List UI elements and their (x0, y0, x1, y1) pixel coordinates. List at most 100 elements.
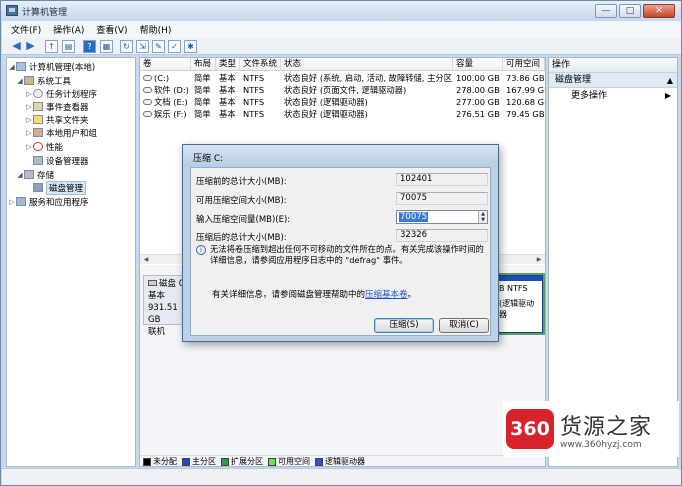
help-message: 有关详细信息，请参阅磁盘管理帮助中的压缩基本卷。 (212, 290, 417, 300)
properties-icon[interactable]: ▦ (100, 40, 113, 53)
partition-block[interactable]: B NTFS (逻辑驱动器 (494, 273, 545, 335)
title-bar: 计算机管理 — □ ✕ (1, 1, 681, 21)
column-header-free-space[interactable]: 可用空间 (503, 58, 545, 71)
status-bar (2, 468, 681, 485)
settings-icon[interactable]: ✎ (152, 40, 165, 53)
column-header-volume[interactable]: 卷 (140, 58, 191, 71)
menu-help[interactable]: 帮助(H) (140, 23, 172, 36)
legend-swatch (182, 457, 190, 466)
check-icon[interactable]: ✓ (168, 40, 181, 53)
total-size-after-value: 32326 (396, 229, 488, 242)
maximize-button[interactable]: □ (619, 4, 641, 18)
expand-icon[interactable]: ▷ (25, 103, 33, 111)
menu-action[interactable]: 操作(A) (53, 23, 84, 36)
scroll-left-icon[interactable]: ◀ (141, 255, 151, 264)
tree-item-device-manager[interactable]: 设备管理器 (25, 154, 89, 167)
volume-list-header: 卷 布局 类型 文件系统 状态 容量 可用空间 (140, 58, 545, 71)
up-icon[interactable]: ↑ (45, 40, 58, 53)
computer-management-icon (6, 5, 18, 16)
table-row[interactable]: (C:) 简单 基本 NTFS 状态良好 (系统, 启动, 活动, 故障转储, … (140, 73, 545, 84)
collapse-icon[interactable]: ◢ (16, 77, 24, 85)
tree-item-label: 事件查看器 (46, 102, 89, 113)
tree-item-performance[interactable]: ▷ 性能 (25, 140, 63, 153)
volume-filesystem: NTFS (243, 109, 265, 119)
navigation-tree: ◢ 计算机管理(本地) ◢ 系统工具 ▷ 任务计划程序 ▷ 事件查看器 ▷ 共享… (6, 57, 136, 467)
help-icon[interactable]: ? (83, 40, 96, 53)
column-header-filesystem[interactable]: 文件系统 (240, 58, 281, 71)
actions-section-disk-management[interactable]: 磁盘管理 ▲ (549, 73, 677, 88)
watermark-logo: 360 (506, 409, 554, 449)
volume-layout: 简单 (194, 109, 211, 119)
expand-icon[interactable]: ▷ (25, 143, 33, 151)
volume-type: 基本 (219, 97, 236, 107)
shrink-amount-value: 70075 (399, 212, 429, 222)
shrink-amount-input[interactable]: 70075 ▲ ▼ (396, 210, 488, 224)
scroll-right-icon[interactable]: ▶ (534, 255, 544, 264)
export-icon[interactable]: ⇲ (136, 40, 149, 53)
more-actions-item[interactable]: 更多操作 ▶ (549, 88, 677, 104)
tree-item-label: 共享文件夹 (46, 115, 89, 126)
refresh-icon[interactable]: ↻ (120, 40, 133, 53)
menu-file[interactable]: 文件(F) (11, 23, 41, 36)
total-size-before-value: 102401 (396, 173, 488, 186)
column-header-type[interactable]: 类型 (216, 58, 240, 71)
expand-icon[interactable]: ▷ (8, 198, 16, 206)
volume-name: 文档 (E:) (154, 97, 188, 107)
tree-item-system-tools[interactable]: ◢ 系统工具 (16, 74, 71, 87)
menu-view[interactable]: 查看(V) (96, 23, 127, 36)
tree-item-services-apps[interactable]: ▷ 服务和应用程序 (8, 195, 89, 208)
tree-item-storage[interactable]: ◢ 存储 (16, 168, 54, 181)
volume-status: 状态良好 (页面文件, 逻辑驱动器) (284, 85, 407, 95)
collapse-icon[interactable]: ◢ (8, 63, 16, 71)
tree-item-shared-folders[interactable]: ▷ 共享文件夹 (25, 113, 89, 126)
table-row[interactable]: 娱乐 (F:) 简单 基本 NTFS 状态良好 (逻辑驱动器) 276.51 G… (140, 109, 545, 120)
tree-item-event-viewer[interactable]: ▷ 事件查看器 (25, 100, 89, 113)
tree-item-computer-management[interactable]: ◢ 计算机管理(本地) (8, 60, 95, 73)
partition-status: (逻辑驱动器 (499, 299, 535, 319)
dialog-title: 压缩 C: (193, 154, 224, 164)
volume-capacity: 278.00 GB (456, 85, 500, 95)
drive-icon (143, 99, 152, 105)
collapse-up-icon[interactable]: ▲ (667, 73, 673, 88)
disk-icon (148, 280, 157, 286)
total-size-before-label: 压缩前的总计大小(MB): (196, 177, 287, 187)
tree-item-label: 本地用户和组 (46, 128, 98, 139)
expand-icon[interactable]: ▷ (25, 116, 33, 124)
info-icon: i (196, 245, 206, 255)
volume-status: 状态良好 (逻辑驱动器) (284, 109, 368, 119)
column-header-status[interactable]: 状态 (281, 58, 453, 71)
volume-free-space: 73.86 GB (506, 73, 545, 83)
column-header-layout[interactable]: 布局 (191, 58, 216, 71)
shrink-button[interactable]: 压缩(S) (374, 318, 434, 333)
disk-status: 联机 (148, 327, 166, 337)
show-tree-icon[interactable]: ▤ (62, 40, 75, 53)
column-header-capacity[interactable]: 容量 (453, 58, 503, 71)
shrink-basic-volume-link[interactable]: 压缩基本卷 (365, 290, 408, 300)
back-icon[interactable]: ◀ (10, 40, 23, 53)
collapse-icon[interactable]: ◢ (16, 171, 24, 179)
available-shrink-label: 可用压缩空间大小(MB): (196, 196, 287, 206)
volume-filesystem: NTFS (243, 73, 265, 83)
tree-item-local-users[interactable]: ▷ 本地用户和组 (25, 126, 97, 139)
table-row[interactable]: 软件 (D:) 简单 基本 NTFS 状态良好 (页面文件, 逻辑驱动器) 27… (140, 85, 545, 96)
tree-item-label: 磁盘管理 (46, 180, 87, 195)
shrink-dialog: 压缩 C: 压缩前的总计大小(MB): 102401 可用压缩空间大小(MB):… (182, 144, 499, 342)
tree-item-task-scheduler[interactable]: ▷ 任务计划程序 (25, 87, 97, 100)
watermark-name: 货源之家 (560, 415, 653, 440)
legend-item: 扩展分区 (221, 456, 263, 466)
drive-icon (143, 111, 152, 117)
cancel-button[interactable]: 取消(C) (439, 318, 489, 333)
performance-icon (33, 142, 43, 151)
more-icon[interactable]: ✱ (184, 40, 197, 53)
tree-item-disk-management[interactable]: 磁盘管理 (25, 180, 87, 195)
dialog-body: 压缩前的总计大小(MB): 102401 可用压缩空间大小(MB): 70075… (190, 167, 491, 336)
spinner-arrows-icon[interactable]: ▲ ▼ (478, 211, 487, 223)
close-button[interactable]: ✕ (643, 4, 675, 18)
expand-icon[interactable]: ▷ (25, 129, 33, 137)
dialog-title-bar: 压缩 C: (183, 145, 498, 167)
forward-icon[interactable]: ▶ (24, 40, 37, 53)
minimize-button[interactable]: — (595, 4, 617, 18)
expand-icon[interactable]: ▷ (25, 90, 33, 98)
legend-item: 未分配 (143, 456, 177, 466)
table-row[interactable]: 文档 (E:) 简单 基本 NTFS 状态良好 (逻辑驱动器) 277.00 G… (140, 97, 545, 108)
